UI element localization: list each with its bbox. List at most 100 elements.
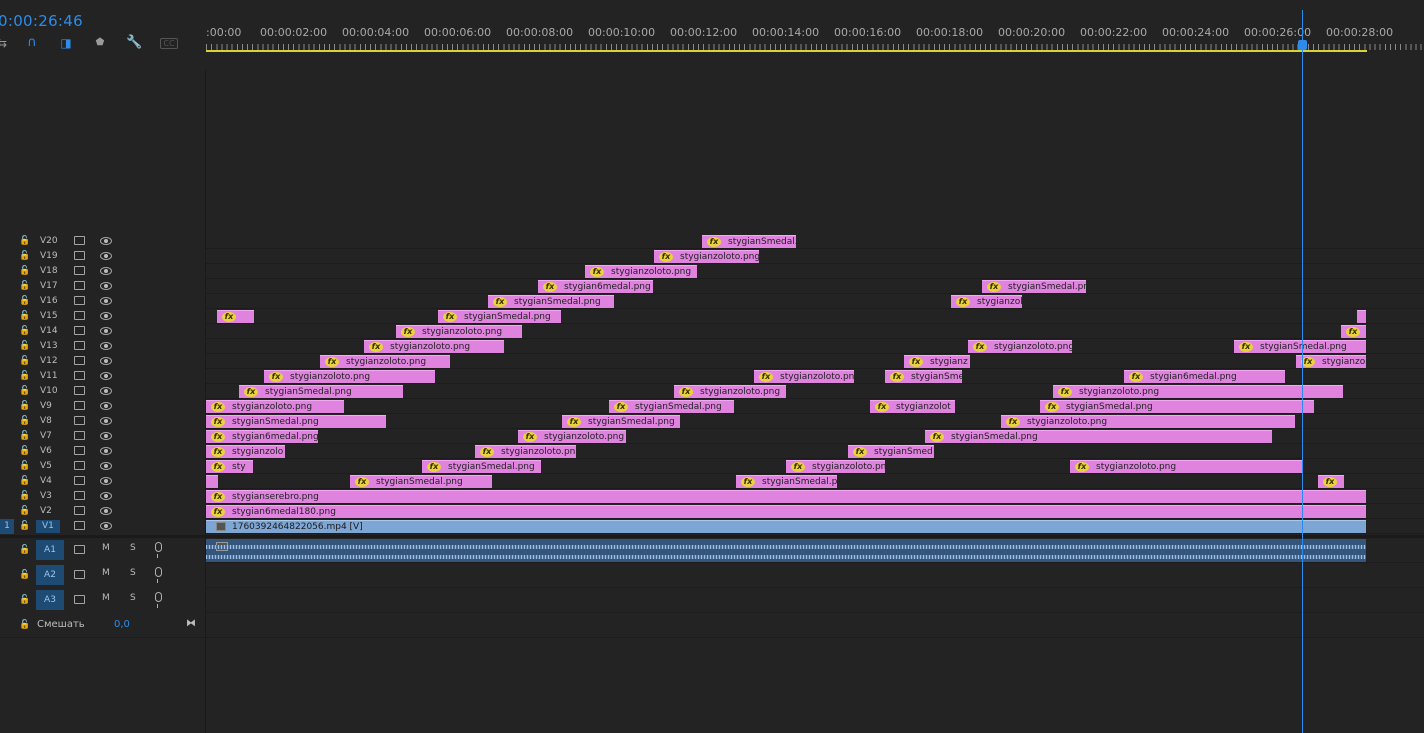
timeline-clip[interactable]: fx stygian6medal.png: [538, 280, 653, 293]
mute-button[interactable]: M: [102, 543, 110, 553]
source-patch[interactable]: 1: [0, 519, 14, 534]
sync-lock-film-icon[interactable]: [74, 386, 85, 395]
timeline-clip[interactable]: fx stygianSmedal.png: [609, 400, 734, 413]
captions-icon[interactable]: CC: [160, 38, 178, 49]
timeline-clip[interactable]: fx stygianSmedal.png: [350, 475, 492, 488]
track-name[interactable]: V7: [40, 430, 52, 443]
timeline-clip[interactable]: fx stygianz: [904, 355, 970, 368]
track-lock-icon[interactable]: 🔓: [19, 446, 30, 456]
track-lock-icon[interactable]: 🔓: [19, 521, 30, 531]
track-lock-icon[interactable]: 🔓: [19, 476, 30, 486]
timeline-clip[interactable]: fx stygianzoloto.png: [264, 370, 435, 383]
solo-button[interactable]: S: [130, 568, 136, 578]
toggle-output-eye-icon[interactable]: [100, 387, 112, 395]
track-lane-v20[interactable]: fx stygianSmedal.: [206, 234, 1424, 249]
timeline-clip[interactable]: fx stygianSmedal.: [702, 235, 796, 248]
toggle-output-eye-icon[interactable]: [100, 417, 112, 425]
track-lane-v16[interactable]: fx stygianSmedal.png fx stygianzol: [206, 294, 1424, 309]
timeline-clip[interactable]: fx stygianserebro.png: [206, 490, 1366, 503]
timeline-clip[interactable]: fx stygianzoloto.pn: [475, 445, 576, 458]
playhead-timecode[interactable]: 0:00:26:46: [0, 12, 83, 30]
sync-lock-film-icon[interactable]: [74, 506, 85, 515]
sync-lock-film-icon[interactable]: [74, 521, 85, 530]
sync-lock-film-icon[interactable]: [74, 251, 85, 260]
timeline-clip[interactable]: fx stygianSmedal.pn: [736, 475, 837, 488]
timeline-clip[interactable]: fx stygianSmedal.png: [562, 415, 680, 428]
track-name[interactable]: V1: [36, 520, 60, 533]
track-name[interactable]: V13: [40, 340, 58, 353]
sync-lock-film-icon[interactable]: [74, 341, 85, 350]
timeline-clip[interactable]: fx stygianSmedal.png: [438, 310, 561, 323]
track-lock-icon[interactable]: 🔓: [19, 311, 30, 321]
toggle-output-eye-icon[interactable]: [100, 252, 112, 260]
mix-lock-icon[interactable]: 🔓: [19, 620, 30, 630]
sync-lock-film-icon[interactable]: [74, 401, 85, 410]
track-name[interactable]: V17: [40, 280, 58, 293]
track-lane-v4[interactable]: fx stygianSmedal.png fx stygianSmedal.pn fx: [206, 474, 1424, 489]
toggle-output-eye-icon[interactable]: [100, 327, 112, 335]
work-area-bar[interactable]: [206, 50, 1367, 52]
toggle-output-eye-icon[interactable]: [100, 522, 112, 530]
track-lane-v12[interactable]: fx stygianzoloto.png fx stygianz fx stygianzo…: [206, 354, 1424, 369]
timeline-clip[interactable]: fx stygianzol: [951, 295, 1022, 308]
track-name[interactable]: V3: [40, 490, 52, 503]
timeline-clip[interactable]: fx stygianzoloto.png: [674, 385, 786, 398]
track-lock-icon[interactable]: 🔓: [19, 506, 30, 516]
toggle-output-eye-icon[interactable]: [100, 402, 112, 410]
timeline-clip[interactable]: fx stygianSmedal.png: [925, 430, 1272, 443]
track-name[interactable]: V8: [40, 415, 52, 428]
solo-button[interactable]: S: [130, 543, 136, 553]
timeline-clip[interactable]: fx: [217, 310, 254, 323]
mix-volume-value[interactable]: 0,0: [114, 619, 130, 630]
timeline-clip[interactable]: fx stygian6medal180.png: [206, 505, 1366, 518]
sync-lock-film-icon[interactable]: [74, 416, 85, 425]
track-lane-v11[interactable]: fx stygianzoloto.png fx stygianzoloto.pn fx s…: [206, 369, 1424, 384]
track-name[interactable]: V16: [40, 295, 58, 308]
timeline-clip[interactable]: fx stygianSmedal.png: [206, 415, 386, 428]
timeline-clip[interactable]: fx stygianzolot: [870, 400, 955, 413]
track-name[interactable]: V19: [40, 250, 58, 263]
sync-lock-film-icon[interactable]: [74, 446, 85, 455]
timeline-clip[interactable]: fx stygianzoloto.png: [968, 340, 1072, 353]
playhead-handle[interactable]: [1298, 40, 1307, 50]
track-lock-icon[interactable]: 🔓: [19, 266, 30, 276]
track-lane-v3[interactable]: fx stygianserebro.png: [206, 489, 1424, 504]
sync-lock-film-icon[interactable]: [74, 281, 85, 290]
timeline-clip[interactable]: fx stygianzoloto.png: [364, 340, 504, 353]
track-lock-icon[interactable]: 🔓: [19, 251, 30, 261]
track-lock-icon[interactable]: 🔓: [19, 281, 30, 291]
timeline-clip[interactable]: fx stygianzoloto.png: [320, 355, 450, 368]
timeline-clip[interactable]: fx stygianzoloto.png: [1070, 460, 1302, 473]
track-lane-v8[interactable]: fx stygianSmedal.png fx stygianSmedal.png fx…: [206, 414, 1424, 429]
track-lock-icon[interactable]: 🔓: [19, 595, 30, 605]
track-lane-v1[interactable]: 1760392464822056.mp4 [V]: [206, 519, 1424, 534]
track-lane-v7[interactable]: fx stygian6medal.png fx stygianzoloto.png fx…: [206, 429, 1424, 444]
voiceover-mic-icon[interactable]: [155, 592, 162, 608]
track-lock-icon[interactable]: 🔓: [19, 570, 30, 580]
timeline-clip[interactable]: fx stygianSmedal.png: [422, 460, 541, 473]
add-marker-icon[interactable]: ⬟: [93, 36, 107, 50]
timeline-clip[interactable]: 1760392464822056.mp4 [V]: [206, 520, 1366, 533]
toggle-output-eye-icon[interactable]: [100, 462, 112, 470]
solo-button[interactable]: S: [130, 593, 136, 603]
track-lock-icon[interactable]: 🔓: [19, 416, 30, 426]
sync-lock-film-icon[interactable]: [74, 266, 85, 275]
voiceover-mic-icon[interactable]: [155, 542, 162, 558]
sync-lock-film-icon[interactable]: [74, 570, 85, 579]
toggle-output-eye-icon[interactable]: [100, 492, 112, 500]
time-ruler[interactable]: :00:00 00:00:02:00 00:00:04:00 00:00:06:00 0…: [206, 0, 1424, 54]
track-lock-icon[interactable]: 🔓: [19, 371, 30, 381]
audio-track-target[interactable]: A3: [36, 590, 64, 610]
sync-lock-film-icon[interactable]: [74, 491, 85, 500]
sync-lock-film-icon[interactable]: [74, 476, 85, 485]
timeline-clip[interactable]: fx stygianzoloto.png: [654, 250, 759, 263]
timeline-clip[interactable]: fx stygian6medal.png: [1124, 370, 1285, 383]
track-lock-icon[interactable]: 🔓: [19, 431, 30, 441]
linked-selection-icon[interactable]: ◨: [59, 36, 73, 50]
track-lane-v19[interactable]: fx stygianzoloto.png: [206, 249, 1424, 264]
track-name[interactable]: V14: [40, 325, 58, 338]
toggle-output-eye-icon[interactable]: [100, 342, 112, 350]
toggle-output-eye-icon[interactable]: [100, 507, 112, 515]
track-lock-icon[interactable]: 🔓: [19, 341, 30, 351]
track-name[interactable]: V10: [40, 385, 58, 398]
